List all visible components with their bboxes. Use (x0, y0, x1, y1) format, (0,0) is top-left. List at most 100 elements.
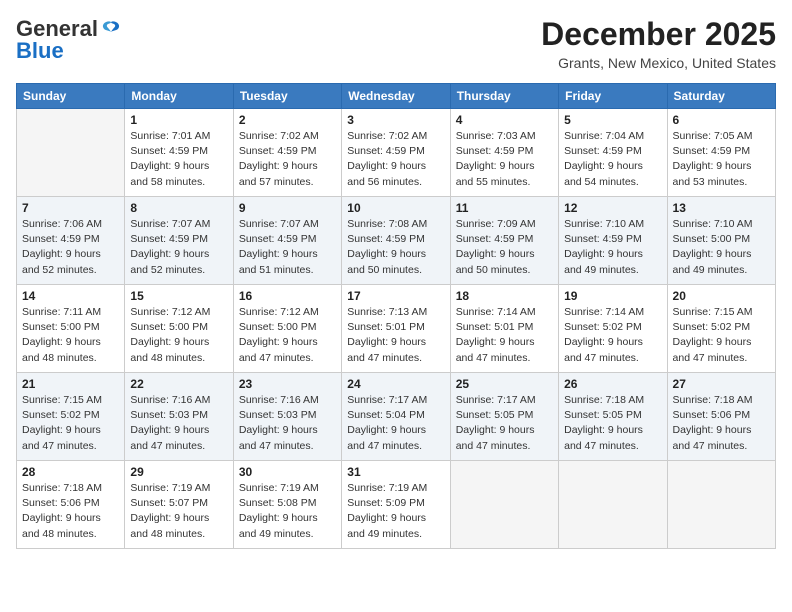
day-number: 20 (673, 289, 770, 303)
calendar-cell: 25Sunrise: 7:17 AMSunset: 5:05 PMDayligh… (450, 373, 558, 461)
day-info: Sunrise: 7:16 AMSunset: 5:03 PMDaylight:… (239, 393, 336, 454)
calendar-cell: 2 Sunrise: 7:02 AMSunset: 4:59 PMDaylight… (233, 109, 341, 197)
day-number: 4 (456, 113, 553, 127)
calendar-cell: 21 Sunrise: 7:15 AMSunset: 5:02 PMDayligh… (17, 373, 125, 461)
header-tuesday: Tuesday (233, 84, 341, 109)
calendar-cell: 5 Sunrise: 7:04 AMSunset: 4:59 PMDaylight… (559, 109, 667, 197)
calendar-cell: 17 Sunrise: 7:13 AMSunset: 5:01 PMDayligh… (342, 285, 450, 373)
page-header: General Blue December 2025 Grants, New M… (16, 16, 776, 71)
logo: General Blue (16, 16, 122, 64)
calendar-week-row: 14 Sunrise: 7:11 AMSunset: 5:00 PMDayligh… (17, 285, 776, 373)
calendar-cell: 8Sunrise: 7:07 AMSunset: 4:59 PMDaylight… (125, 197, 233, 285)
day-number: 1 (130, 113, 227, 127)
day-info: Sunrise: 7:05 AMSunset: 4:59 PMDaylight:… (673, 129, 770, 190)
calendar-cell: 31Sunrise: 7:19 AMSunset: 5:09 PMDayligh… (342, 461, 450, 549)
day-info: Sunrise: 7:19 AMSunset: 5:07 PMDaylight:… (130, 481, 227, 542)
day-number: 6 (673, 113, 770, 127)
day-info: Sunrise: 7:13 AMSunset: 5:01 PMDaylight:… (347, 305, 444, 366)
day-info: Sunrise: 7:09 AMSunset: 4:59 PMDaylight:… (456, 217, 553, 278)
calendar-cell: 20 Sunrise: 7:15 AMSunset: 5:02 PMDayligh… (667, 285, 775, 373)
logo-bird-icon (100, 18, 122, 40)
day-info: Sunrise: 7:01 AMSunset: 4:59 PMDaylight:… (130, 129, 227, 190)
calendar-cell: 27 Sunrise: 7:18 AMSunset: 5:06 PMDayligh… (667, 373, 775, 461)
header-friday: Friday (559, 84, 667, 109)
day-number: 22 (130, 377, 227, 391)
day-info: Sunrise: 7:11 AMSunset: 5:00 PMDaylight:… (22, 305, 119, 366)
calendar-week-row: 1 Sunrise: 7:01 AMSunset: 4:59 PMDaylight… (17, 109, 776, 197)
day-info: Sunrise: 7:18 AMSunset: 5:06 PMDaylight:… (673, 393, 770, 454)
calendar-week-row: 28Sunrise: 7:18 AMSunset: 5:06 PMDayligh… (17, 461, 776, 549)
calendar-header-row: SundayMondayTuesdayWednesdayThursdayFrid… (17, 84, 776, 109)
day-info: Sunrise: 7:19 AMSunset: 5:09 PMDaylight:… (347, 481, 444, 542)
day-number: 27 (673, 377, 770, 391)
day-info: Sunrise: 7:15 AMSunset: 5:02 PMDaylight:… (673, 305, 770, 366)
header-thursday: Thursday (450, 84, 558, 109)
calendar-cell: 28Sunrise: 7:18 AMSunset: 5:06 PMDayligh… (17, 461, 125, 549)
calendar-cell: 26 Sunrise: 7:18 AMSunset: 5:05 PMDayligh… (559, 373, 667, 461)
calendar-cell: 19 Sunrise: 7:14 AMSunset: 5:02 PMDayligh… (559, 285, 667, 373)
calendar-cell: 14 Sunrise: 7:11 AMSunset: 5:00 PMDayligh… (17, 285, 125, 373)
day-info: Sunrise: 7:10 AMSunset: 5:00 PMDaylight:… (673, 217, 770, 278)
day-number: 19 (564, 289, 661, 303)
calendar-cell: 13 Sunrise: 7:10 AMSunset: 5:00 PMDayligh… (667, 197, 775, 285)
month-title: December 2025 (541, 16, 776, 53)
day-info: Sunrise: 7:04 AMSunset: 4:59 PMDaylight:… (564, 129, 661, 190)
day-info: Sunrise: 7:12 AMSunset: 5:00 PMDaylight:… (130, 305, 227, 366)
day-number: 21 (22, 377, 119, 391)
calendar-cell: 10Sunrise: 7:08 AMSunset: 4:59 PMDayligh… (342, 197, 450, 285)
day-info: Sunrise: 7:17 AMSunset: 5:05 PMDaylight:… (456, 393, 553, 454)
calendar-cell (450, 461, 558, 549)
day-number: 26 (564, 377, 661, 391)
day-info: Sunrise: 7:18 AMSunset: 5:06 PMDaylight:… (22, 481, 119, 542)
day-info: Sunrise: 7:06 AMSunset: 4:59 PMDaylight:… (22, 217, 119, 278)
calendar-cell: 24 Sunrise: 7:17 AMSunset: 5:04 PMDayligh… (342, 373, 450, 461)
title-area: December 2025 Grants, New Mexico, United… (541, 16, 776, 71)
day-number: 17 (347, 289, 444, 303)
day-info: Sunrise: 7:10 AMSunset: 4:59 PMDaylight:… (564, 217, 661, 278)
calendar-cell (667, 461, 775, 549)
logo-blue: Blue (16, 38, 64, 64)
day-number: 7 (22, 201, 119, 215)
calendar-cell (559, 461, 667, 549)
location-subtitle: Grants, New Mexico, United States (541, 55, 776, 71)
calendar-cell: 6 Sunrise: 7:05 AMSunset: 4:59 PMDaylight… (667, 109, 775, 197)
calendar-cell (17, 109, 125, 197)
header-sunday: Sunday (17, 84, 125, 109)
day-number: 23 (239, 377, 336, 391)
day-number: 3 (347, 113, 444, 127)
day-number: 2 (239, 113, 336, 127)
day-number: 16 (239, 289, 336, 303)
calendar-cell: 15 Sunrise: 7:12 AMSunset: 5:00 PMDayligh… (125, 285, 233, 373)
day-number: 14 (22, 289, 119, 303)
day-info: Sunrise: 7:14 AMSunset: 5:02 PMDaylight:… (564, 305, 661, 366)
day-info: Sunrise: 7:07 AMSunset: 4:59 PMDaylight:… (239, 217, 336, 278)
day-info: Sunrise: 7:02 AMSunset: 4:59 PMDaylight:… (239, 129, 336, 190)
day-number: 5 (564, 113, 661, 127)
calendar-week-row: 7 Sunrise: 7:06 AMSunset: 4:59 PMDaylight… (17, 197, 776, 285)
calendar-cell: 3Sunrise: 7:02 AMSunset: 4:59 PMDaylight… (342, 109, 450, 197)
calendar-cell: 9Sunrise: 7:07 AMSunset: 4:59 PMDaylight… (233, 197, 341, 285)
day-info: Sunrise: 7:15 AMSunset: 5:02 PMDaylight:… (22, 393, 119, 454)
header-wednesday: Wednesday (342, 84, 450, 109)
day-info: Sunrise: 7:16 AMSunset: 5:03 PMDaylight:… (130, 393, 227, 454)
calendar-cell: 4Sunrise: 7:03 AMSunset: 4:59 PMDaylight… (450, 109, 558, 197)
calendar-cell: 18Sunrise: 7:14 AMSunset: 5:01 PMDayligh… (450, 285, 558, 373)
day-number: 15 (130, 289, 227, 303)
day-number: 12 (564, 201, 661, 215)
day-info: Sunrise: 7:17 AMSunset: 5:04 PMDaylight:… (347, 393, 444, 454)
day-number: 13 (673, 201, 770, 215)
day-info: Sunrise: 7:18 AMSunset: 5:05 PMDaylight:… (564, 393, 661, 454)
header-saturday: Saturday (667, 84, 775, 109)
day-info: Sunrise: 7:12 AMSunset: 5:00 PMDaylight:… (239, 305, 336, 366)
calendar-cell: 11 Sunrise: 7:09 AMSunset: 4:59 PMDayligh… (450, 197, 558, 285)
day-info: Sunrise: 7:19 AMSunset: 5:08 PMDaylight:… (239, 481, 336, 542)
calendar-cell: 1 Sunrise: 7:01 AMSunset: 4:59 PMDaylight… (125, 109, 233, 197)
calendar-cell: 22 Sunrise: 7:16 AMSunset: 5:03 PMDayligh… (125, 373, 233, 461)
day-number: 11 (456, 201, 553, 215)
day-info: Sunrise: 7:14 AMSunset: 5:01 PMDaylight:… (456, 305, 553, 366)
calendar-table: SundayMondayTuesdayWednesdayThursdayFrid… (16, 83, 776, 549)
header-monday: Monday (125, 84, 233, 109)
day-number: 24 (347, 377, 444, 391)
calendar-cell: 23 Sunrise: 7:16 AMSunset: 5:03 PMDayligh… (233, 373, 341, 461)
day-info: Sunrise: 7:08 AMSunset: 4:59 PMDaylight:… (347, 217, 444, 278)
